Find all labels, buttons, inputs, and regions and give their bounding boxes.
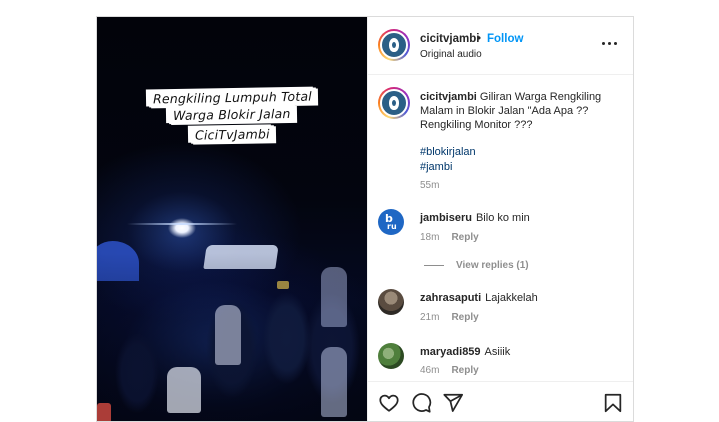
replies-line — [424, 264, 444, 266]
person-shape — [321, 347, 347, 417]
comment-meta: 18m Reply — [420, 232, 491, 243]
red-object — [97, 403, 111, 421]
comment-meta: 46m Reply — [420, 365, 491, 376]
commenter-avatar[interactable] — [378, 343, 404, 369]
video-caption-line: Rengkiling Lumpuh Total — [97, 87, 367, 108]
comment-time[interactable]: 46m — [420, 365, 439, 376]
video-caption-line: CiciTvJambi — [97, 125, 367, 144]
video-caption-text: CiciTvJambi — [190, 125, 274, 144]
post-video[interactable]: Rengkiling Lumpuh Total Warga Blokir Jal… — [97, 17, 367, 421]
action-bar — [368, 381, 633, 421]
view-replies-button[interactable]: View replies (1) — [424, 260, 529, 271]
caption-text: cicitvjambi Giliran Warga Rengkiling Mal… — [420, 90, 626, 132]
avatar-letter: ru — [387, 222, 397, 231]
comment-time[interactable]: 21m — [420, 312, 439, 323]
hashtag-link[interactable]: #jambi — [420, 161, 452, 173]
video-caption-line: Warga Blokir Jalan — [97, 104, 367, 125]
caption-avatar[interactable] — [378, 87, 410, 119]
caption-timestamp[interactable]: 55m — [420, 180, 439, 191]
comment-username[interactable]: maryadi859 — [420, 346, 481, 358]
comment-meta: 21m Reply — [420, 312, 491, 323]
yellow-object — [277, 281, 289, 289]
follow-button[interactable]: Follow — [487, 33, 523, 45]
audio-label[interactable]: Original audio — [420, 49, 482, 60]
reply-button[interactable]: Reply — [451, 232, 478, 243]
dot — [614, 42, 617, 45]
dot — [602, 42, 605, 45]
reply-button[interactable]: Reply — [451, 365, 478, 376]
share-icon[interactable] — [442, 392, 464, 414]
dot — [608, 42, 611, 45]
comment-body: Asiiik — [484, 346, 511, 358]
hashtag-link[interactable]: #blokirjalan — [420, 146, 476, 158]
caption-username[interactable]: cicitvjambi — [420, 91, 477, 103]
comment-username[interactable]: zahrasaputi — [420, 292, 481, 304]
avatar-image — [380, 31, 408, 59]
comment-body: Bilo ko min — [475, 212, 530, 224]
avatar-image — [380, 89, 408, 117]
view-replies-label: View replies (1) — [456, 260, 529, 271]
person-shape — [215, 305, 241, 365]
reply-button[interactable]: Reply — [451, 312, 478, 323]
author-username[interactable]: cicitvjambi — [420, 33, 479, 45]
bookmark-icon[interactable] — [602, 392, 624, 414]
person-shape — [167, 367, 201, 413]
post-header: cicitvjambi • Follow Original audio — [368, 17, 633, 75]
heart-icon[interactable] — [378, 392, 400, 414]
commenter-avatar[interactable]: b ru — [378, 209, 404, 235]
comment-text: maryadi859 Asiiik — [420, 346, 510, 358]
comment-time[interactable]: 18m — [420, 232, 439, 243]
comment-icon[interactable] — [410, 392, 432, 414]
person-shape — [321, 267, 347, 327]
author-avatar[interactable] — [378, 29, 410, 61]
comment-text: zahrasaputi Lajakkelah — [420, 292, 538, 304]
video-caption-text: Warga Blokir Jalan — [169, 104, 295, 125]
separator-dot: • — [477, 33, 482, 45]
instagram-post: Rengkiling Lumpuh Total Warga Blokir Jal… — [96, 16, 634, 422]
more-options-icon[interactable] — [600, 35, 620, 51]
commenter-avatar[interactable] — [378, 289, 404, 315]
comment-username[interactable]: jambiseru — [420, 212, 472, 224]
post-side-panel: cicitvjambi • Follow Original audio cici… — [367, 17, 633, 421]
light-flare — [127, 223, 237, 225]
comment-body: Lajakkelah — [485, 292, 538, 304]
comment-text: jambiseru Bilo ko min — [420, 212, 530, 224]
